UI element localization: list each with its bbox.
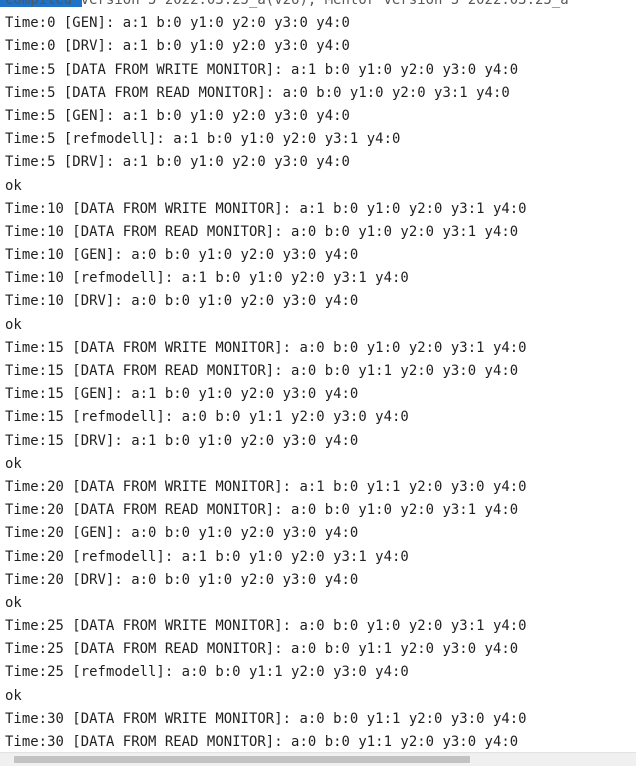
log-line: Time:25 [refmodell]: a:0 b:0 y1:1 y2:0 y… [5,664,409,681]
log-line: Time:20 [GEN]: a:0 b:0 y1:0 y2:0 y3:0 y4… [5,525,359,542]
log-line: Time:30 [DATA FROM READ MONITOR]: a:0 b:… [5,734,519,750]
log-line: Time:20 [DATA FROM WRITE MONITOR]: a:1 b… [5,478,527,495]
log-line: Time:5 [DATA FROM READ MONITOR]: a:0 b:0… [5,84,510,101]
log-line: Time:5 [DATA FROM WRITE MONITOR]: a:1 b:… [5,61,519,78]
log-line: Time:10 [DATA FROM READ MONITOR]: a:0 b:… [5,223,519,240]
log-line: Time:15 [GEN]: a:1 b:0 y1:0 y2:0 y3:0 y4… [5,386,359,403]
log-line: Time:15 [DATA FROM READ MONITOR]: a:0 b:… [5,363,519,379]
log-line: Time:25 [DATA FROM READ MONITOR]: a:0 b:… [5,641,519,658]
console-output[interactable]: Compiled version 5 2022.03.25_a(v26), Me… [0,0,636,752]
status-ok-line: ok [5,594,22,611]
log-line: Time:5 [refmodell]: a:1 b:0 y1:0 y2:0 y3… [5,131,401,148]
log-line: Time:10 [DATA FROM WRITE MONITOR]: a:1 b… [5,200,527,217]
log-line: Time:0 [GEN]: a:1 b:0 y1:0 y2:0 y3:0 y4:… [5,15,350,32]
status-ok-line: ok [5,177,22,194]
log-line: Time:20 [DATA FROM READ MONITOR]: a:0 b:… [5,502,519,519]
status-ok-line: ok [5,687,22,704]
console-lines: Compiled version 5 2022.03.25_a(v26), Me… [5,0,636,752]
status-ok-line: ok [5,455,22,472]
log-line: Time:15 [DATA FROM WRITE MONITOR]: a:0 b… [5,339,527,356]
log-line: Time:10 [refmodell]: a:1 b:0 y1:0 y2:0 y… [5,270,409,287]
log-line: Time:5 [DRV]: a:1 b:0 y1:0 y2:0 y3:0 y4:… [5,154,350,171]
horizontal-scrollbar[interactable] [0,752,636,766]
status-ok-line: ok [5,316,22,333]
log-line: Time:0 [DRV]: a:1 b:0 y1:0 y2:0 y3:0 y4:… [5,38,350,55]
log-line: Time:5 [GEN]: a:1 b:0 y1:0 y2:0 y3:0 y4:… [5,107,350,124]
log-line: Time:10 [GEN]: a:0 b:0 y1:0 y2:0 y3:0 y4… [5,247,359,264]
log-line: Time:20 [refmodell]: a:1 b:0 y1:0 y2:0 y… [5,548,409,565]
log-line: Time:10 [DRV]: a:0 b:0 y1:0 y2:0 y3:0 y4… [5,293,359,310]
scrollbar-thumb[interactable] [14,756,470,763]
log-line: Time:20 [DRV]: a:0 b:0 y1:0 y2:0 y3:0 y4… [5,571,359,588]
log-line: Time:30 [DATA FROM WRITE MONITOR]: a:0 b… [5,710,527,727]
log-line: Time:15 [DRV]: a:1 b:0 y1:0 y2:0 y3:0 y4… [5,432,359,449]
log-line: Time:15 [refmodell]: a:0 b:0 y1:1 y2:0 y… [5,409,409,426]
log-line: Compiled version 5 2022.03.25_a(v26), Me… [5,0,569,8]
log-line: Time:25 [DATA FROM WRITE MONITOR]: a:0 b… [5,618,527,635]
